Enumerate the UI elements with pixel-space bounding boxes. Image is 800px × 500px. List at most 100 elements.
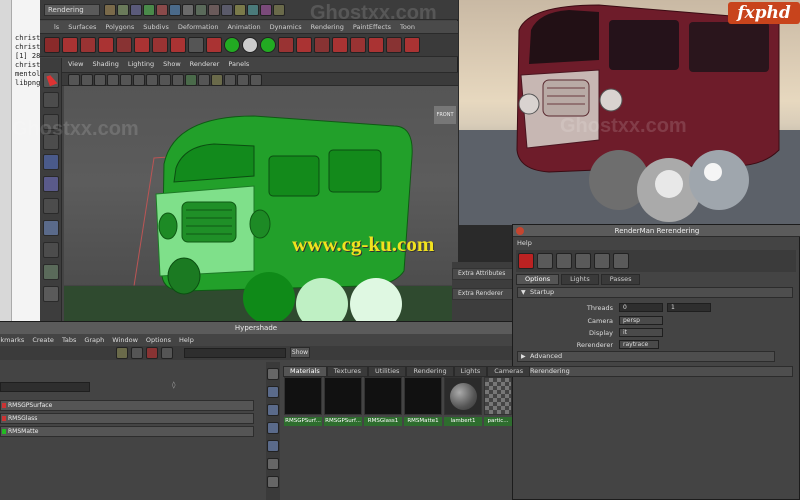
resolution-gate-icon[interactable]	[146, 74, 158, 86]
single-view-icon[interactable]	[43, 220, 59, 236]
tab-options[interactable]: Options	[516, 274, 560, 285]
sidebar-tool-icon[interactable]	[267, 458, 279, 470]
sidebar-tool-icon[interactable]	[267, 368, 279, 380]
render-swatch-icon[interactable]	[146, 347, 158, 359]
shelf-render-icon[interactable]	[206, 37, 222, 53]
search-input[interactable]	[184, 348, 286, 358]
shelf-it-icon[interactable]	[188, 37, 204, 53]
shelf-tab[interactable]: Polygons	[105, 23, 134, 31]
table-row[interactable]: RMSGlass	[0, 413, 254, 424]
slider-handle-icon[interactable]: ◊	[172, 381, 175, 389]
material-swatch[interactable]	[404, 377, 442, 415]
material-swatch[interactable]	[324, 377, 362, 415]
pause-icon[interactable]	[537, 253, 553, 269]
help-menu[interactable]: Help	[517, 239, 532, 247]
render-settings-icon[interactable]	[273, 4, 285, 16]
scale-tool-icon[interactable]	[43, 176, 59, 192]
display-dropdown[interactable]: it	[619, 328, 663, 337]
select-hierarchy-icon[interactable]	[143, 4, 155, 16]
lights-icon[interactable]	[211, 74, 223, 86]
light-icon[interactable]	[575, 253, 591, 269]
tab-cameras[interactable]: Cameras	[487, 366, 531, 377]
shelf-tab[interactable]: ls	[54, 23, 59, 31]
material-swatch[interactable]	[364, 377, 402, 415]
shelf-green-sphere-icon[interactable]	[224, 37, 240, 53]
snap-grid-icon[interactable]	[195, 4, 207, 16]
shelf-render-icon[interactable]	[134, 37, 150, 53]
shelf-render-icon[interactable]	[350, 37, 366, 53]
shelf-render-icon[interactable]	[278, 37, 294, 53]
refresh-icon[interactable]	[594, 253, 610, 269]
wireframe-icon[interactable]	[172, 74, 184, 86]
mode-dropdown[interactable]: Rendering	[44, 4, 100, 16]
shelf-render-icon[interactable]	[62, 37, 78, 53]
bookmark-icon[interactable]	[94, 74, 106, 86]
select-tool-icon[interactable]	[43, 72, 59, 88]
shelf-render-icon[interactable]	[116, 37, 132, 53]
viewport-menu-panels[interactable]: Panels	[228, 60, 249, 72]
filter-input[interactable]	[0, 382, 90, 392]
threads-field[interactable]: 0	[619, 303, 663, 312]
threads-field-2[interactable]: 1	[667, 303, 711, 312]
viewport-menu-view[interactable]: View	[68, 60, 83, 72]
select-component-icon[interactable]	[169, 4, 181, 16]
rotate-tool-icon[interactable]	[43, 154, 59, 170]
snap-point-icon[interactable]	[221, 4, 233, 16]
settings-icon[interactable]	[613, 253, 629, 269]
grid-icon[interactable]	[120, 74, 132, 86]
table-row[interactable]: RMSGPSurface	[0, 400, 254, 411]
menu-window[interactable]: Window	[112, 336, 138, 344]
select-object-icon[interactable]	[156, 4, 168, 16]
ipr-render-icon[interactable]	[260, 4, 272, 16]
outliner-layout-icon[interactable]	[43, 286, 59, 302]
snap-curve-icon[interactable]	[208, 4, 220, 16]
advanced-section[interactable]: ▶ Advanced	[517, 351, 775, 362]
start-render-icon[interactable]	[518, 253, 534, 269]
shelf-render-icon[interactable]	[44, 37, 60, 53]
shelf-tab[interactable]: Dynamics	[270, 23, 302, 31]
tab-textures[interactable]: Textures	[326, 366, 368, 377]
shelf-render-icon[interactable]	[170, 37, 186, 53]
shelf-render-icon[interactable]	[296, 37, 312, 53]
film-gate-icon[interactable]	[133, 74, 145, 86]
menu-graph[interactable]: Graph	[84, 336, 104, 344]
sidebar-tool-icon[interactable]	[267, 440, 279, 452]
shelf-render-icon[interactable]	[386, 37, 402, 53]
material-swatch[interactable]	[484, 377, 512, 415]
clear-icon[interactable]	[161, 347, 173, 359]
viewport-menu-renderer[interactable]: Renderer	[190, 60, 220, 72]
close-icon[interactable]	[516, 227, 524, 235]
shelf-render-icon[interactable]	[314, 37, 330, 53]
menu-create[interactable]: Create	[32, 336, 54, 344]
shelf-render-icon[interactable]	[80, 37, 96, 53]
shelf-green-sphere-icon[interactable]	[260, 37, 276, 53]
viewport-menu-show[interactable]: Show	[163, 60, 181, 72]
rendering-section[interactable]: ▶Rerendering	[517, 366, 793, 377]
tab-materials[interactable]: Materials	[283, 366, 327, 377]
table-row[interactable]: RMSMatte	[0, 426, 254, 437]
shelf-tab[interactable]: Animation	[227, 23, 260, 31]
shelf-render-icon[interactable]	[368, 37, 384, 53]
shelf-tab[interactable]: Deformation	[178, 23, 219, 31]
menu-options[interactable]: Options	[146, 336, 171, 344]
safe-action-icon[interactable]	[159, 74, 171, 86]
shelf-tab[interactable]: Surfaces	[68, 23, 96, 31]
camera-dropdown[interactable]: persp	[619, 316, 663, 325]
history-icon[interactable]	[234, 4, 246, 16]
menu-help[interactable]: Help	[179, 336, 194, 344]
smooth-shade-icon[interactable]	[185, 74, 197, 86]
shelf-tab[interactable]: Subdivs	[143, 23, 169, 31]
layout-icon[interactable]	[43, 264, 59, 280]
camera-icon[interactable]	[68, 74, 80, 86]
open-scene-icon[interactable]	[117, 4, 129, 16]
textured-icon[interactable]	[198, 74, 210, 86]
manipulator-icon[interactable]	[43, 198, 59, 214]
tab-lights[interactable]: Lights	[453, 366, 488, 377]
menu-tabs[interactable]: Tabs	[62, 336, 76, 344]
material-swatch[interactable]	[284, 377, 322, 415]
viewport-menu-lighting[interactable]: Lighting	[128, 60, 154, 72]
stop-icon[interactable]	[556, 253, 572, 269]
isolate-icon[interactable]	[250, 74, 262, 86]
tab-passes[interactable]: Passes	[600, 274, 641, 285]
rerenderer-dropdown[interactable]: raytrace	[619, 340, 659, 349]
